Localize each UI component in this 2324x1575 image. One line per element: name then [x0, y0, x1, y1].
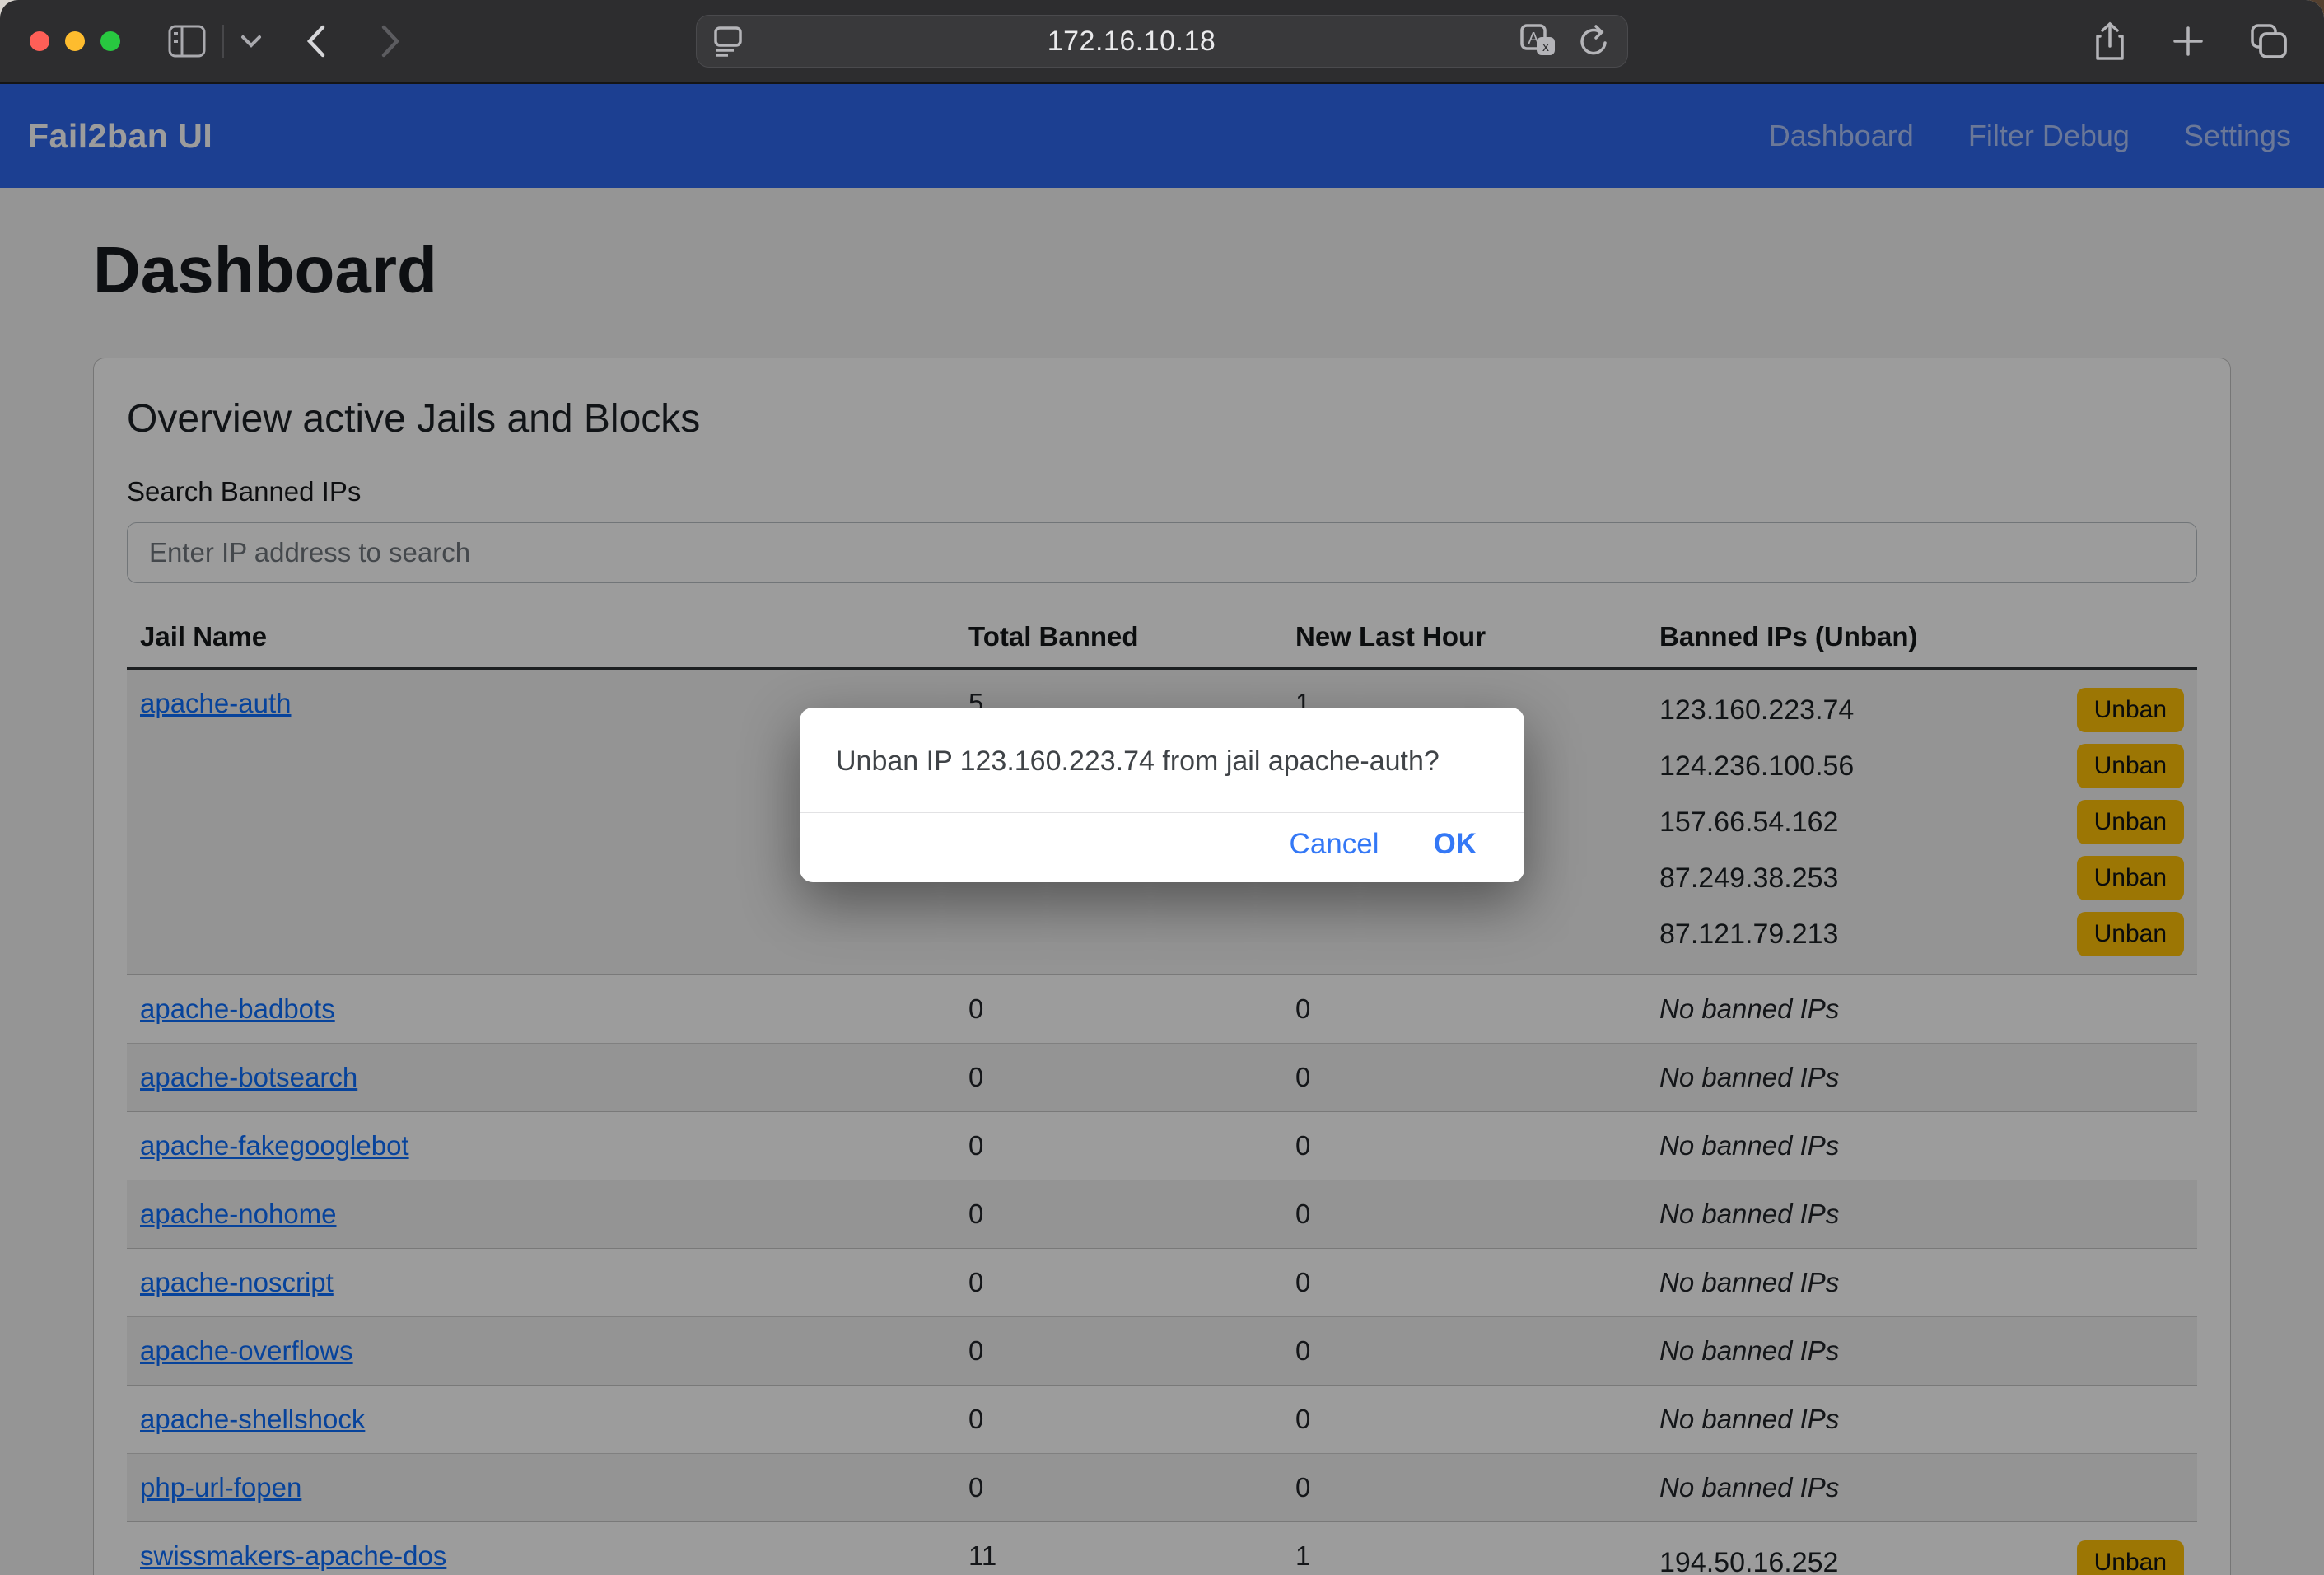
sidebar-chevron-button[interactable]: [240, 35, 262, 48]
confirm-dialog-message: Unban IP 123.160.223.74 from jail apache…: [800, 708, 1524, 812]
address-bar[interactable]: 172.16.10.18 A x: [696, 15, 1628, 68]
chevron-left-icon: [306, 25, 326, 58]
new-tab-button[interactable]: [2172, 26, 2204, 57]
svg-text:x: x: [1542, 40, 1549, 54]
cancel-button[interactable]: Cancel: [1290, 828, 1379, 861]
plus-icon: [2172, 26, 2204, 57]
tabs-icon: [2250, 23, 2288, 59]
confirm-dialog-footer: Cancel OK: [800, 812, 1524, 882]
share-button[interactable]: [2093, 21, 2126, 61]
confirm-dialog: Unban IP 123.160.223.74 from jail apache…: [800, 708, 1524, 882]
browser-toolbar: 172.16.10.18 A x: [0, 0, 2324, 84]
back-button[interactable]: [306, 25, 326, 58]
share-icon: [2093, 21, 2126, 61]
sidebar-toggle-button[interactable]: [168, 25, 206, 58]
chevron-down-icon: [240, 35, 262, 48]
reload-icon[interactable]: [1578, 24, 1611, 58]
zoom-window-button[interactable]: [100, 31, 120, 51]
page-viewport: Fail2ban UI Dashboard Filter Debug Setti…: [0, 84, 2324, 1575]
page-format-icon[interactable]: [713, 25, 743, 58]
toolbar-divider: [222, 25, 224, 58]
minimize-window-button[interactable]: [65, 31, 85, 51]
ok-button[interactable]: OK: [1434, 828, 1477, 861]
url-text[interactable]: 172.16.10.18: [743, 26, 1520, 58]
forward-button[interactable]: [380, 25, 400, 58]
sidebar-icon: [168, 25, 206, 58]
chevron-right-icon: [380, 25, 400, 58]
translate-icon[interactable]: A x: [1520, 24, 1556, 58]
window-controls: [30, 31, 120, 51]
tab-overview-button[interactable]: [2250, 23, 2288, 59]
close-window-button[interactable]: [30, 31, 49, 51]
safari-window: 172.16.10.18 A x: [0, 0, 2324, 1575]
